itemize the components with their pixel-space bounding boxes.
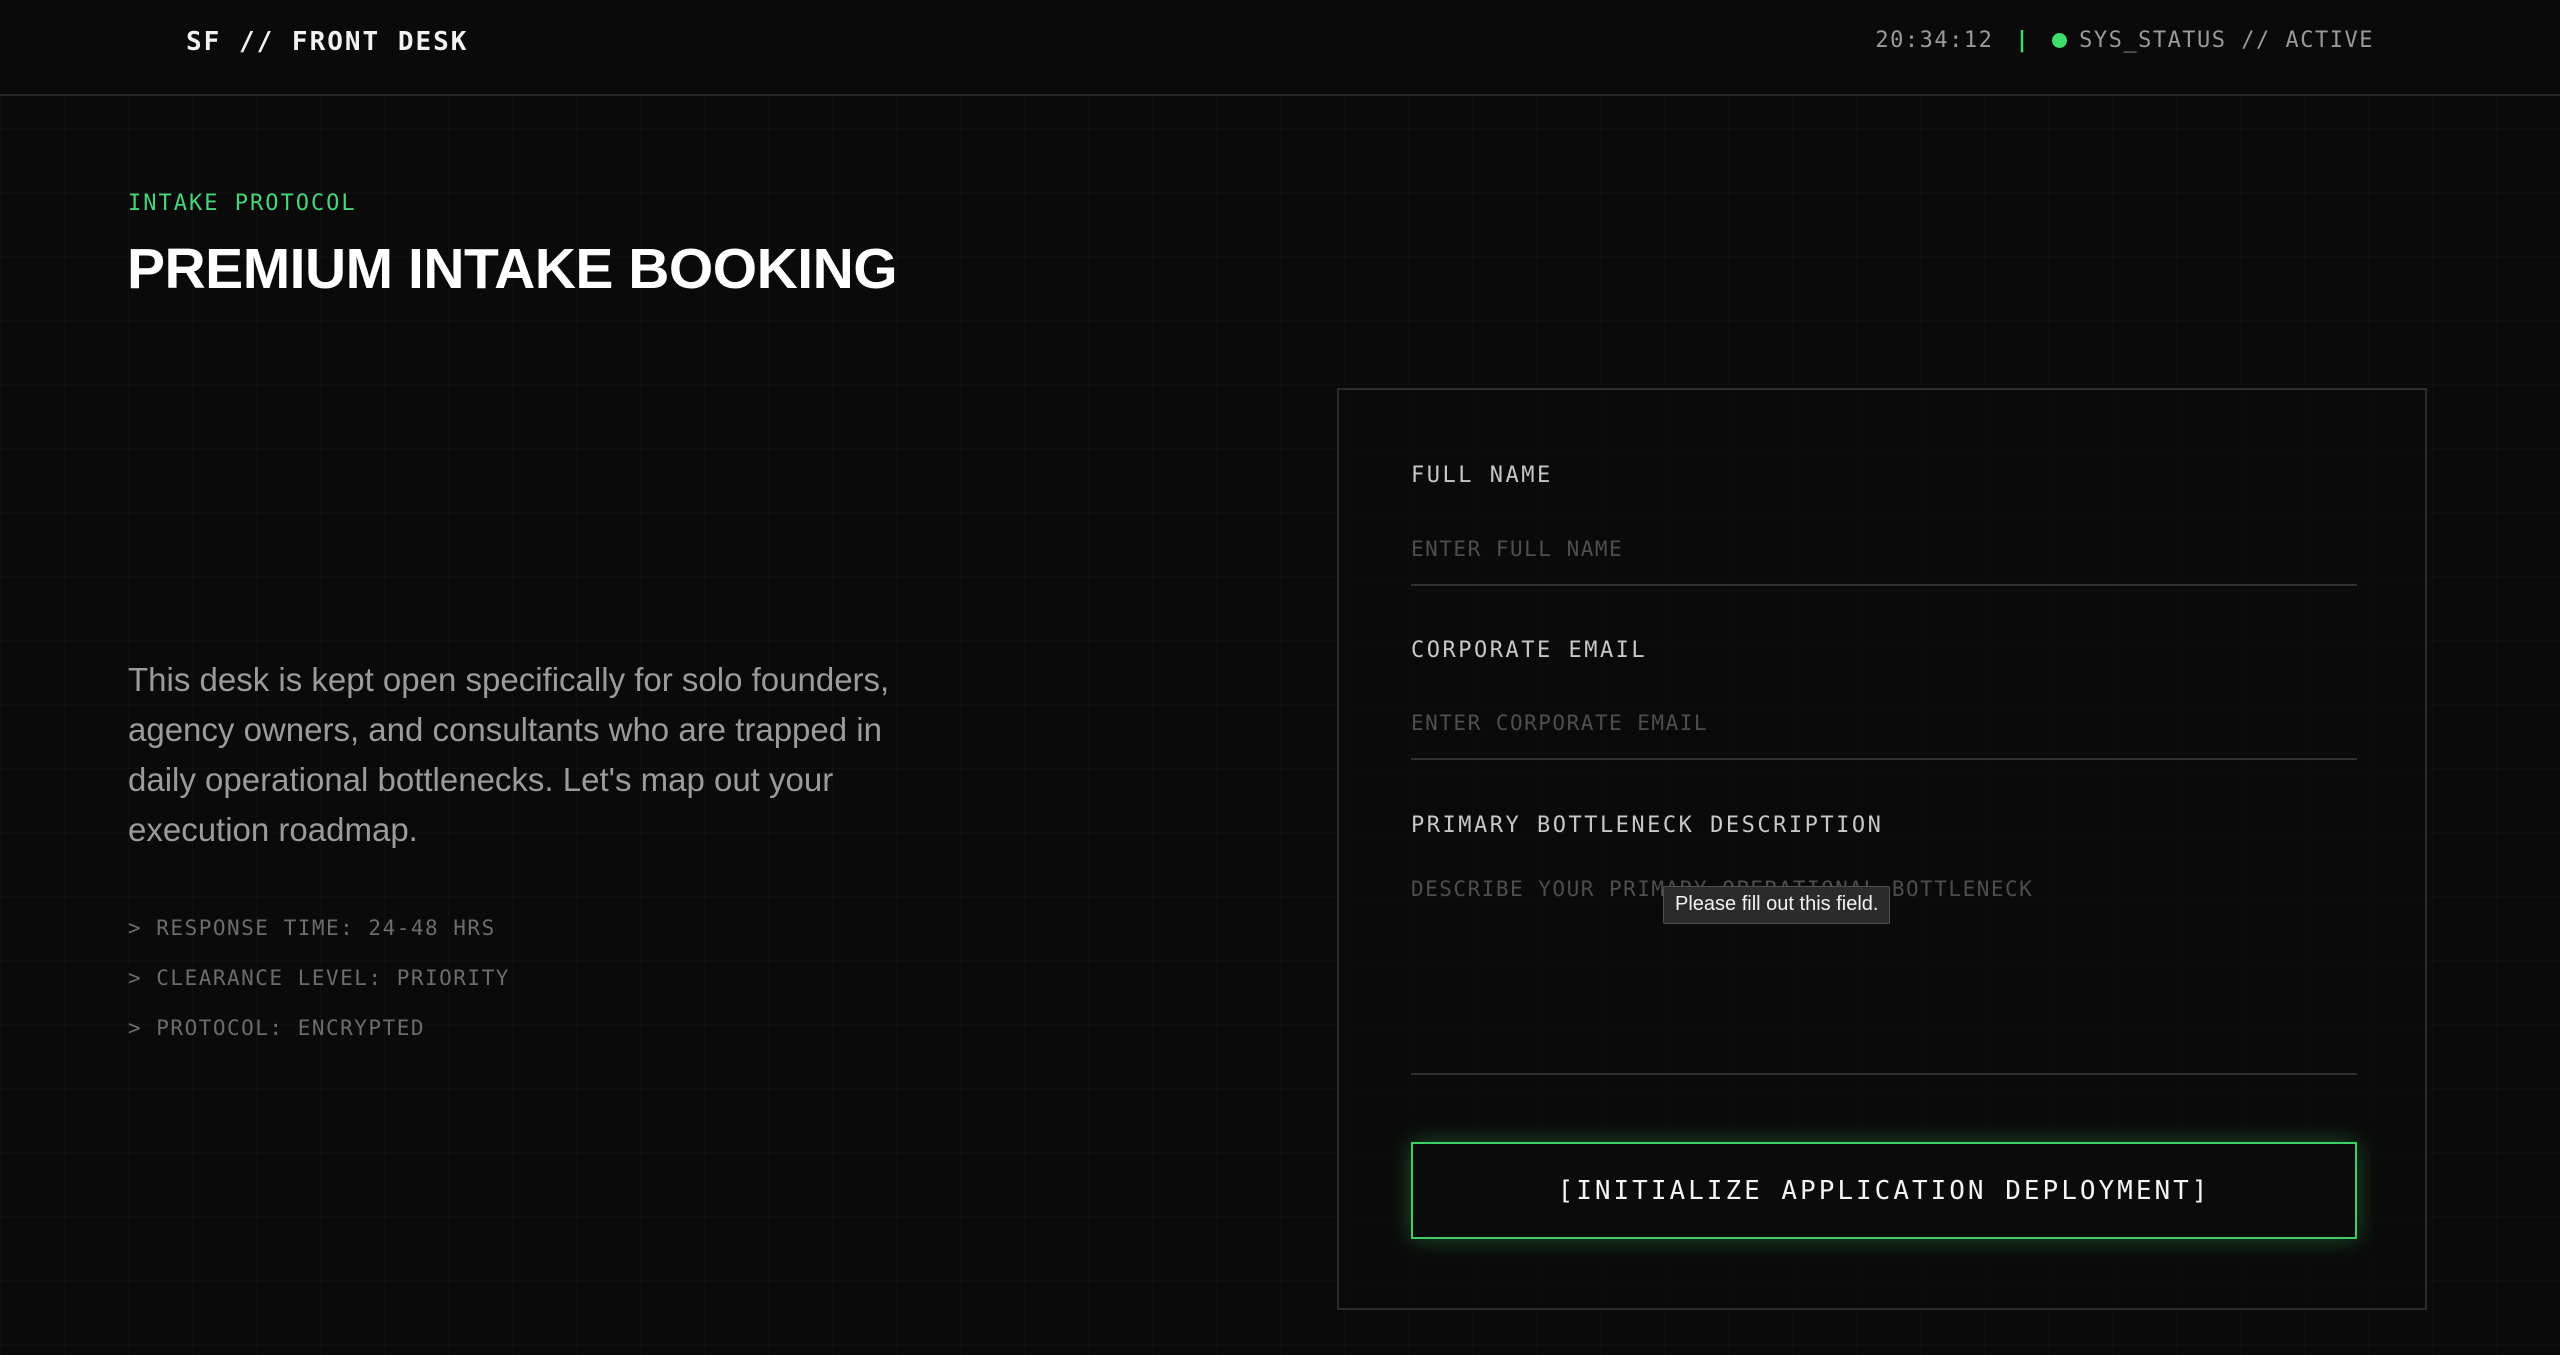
validation-tooltip: Please fill out this field. [1663,886,1891,924]
corporate-email-input[interactable] [1411,688,2357,760]
corporate-email-label: CORPORATE EMAIL [1411,638,1648,663]
status-dot-icon [2052,33,2068,48]
full-name-input[interactable] [1411,514,2357,586]
spec-item-protocol: > PROTOCOL: ENCRYPTED [128,1016,426,1040]
spec-item-response-time: > RESPONSE TIME: 24-48 HRS [128,916,496,940]
spec-list: > RESPONSE TIME: 24-48 HRS > CLEARANCE L… [128,913,510,1063]
intake-form: FULL NAME CORPORATE EMAIL PRIMARY BOTTLE… [1337,388,2427,1310]
bottleneck-description-label: PRIMARY BOTTLENECK DESCRIPTION [1411,813,1884,838]
system-status: 20:34:12 | SYS_STATUS // ACTIVE [1875,28,2374,53]
full-name-label: FULL NAME [1411,463,1553,488]
status-separator: | [2015,28,2031,53]
page-title: PREMIUM INTAKE BOOKING [127,237,898,301]
brand-logo-text[interactable]: SF // FRONT DESK [186,27,468,57]
spec-item-clearance-level: > CLEARANCE LEVEL: PRIORITY [128,966,510,990]
status-text: SYS_STATUS // ACTIVE [2079,28,2374,53]
top-bar: SF // FRONT DESK 20:34:12 | SYS_STATUS /… [0,0,2560,96]
intro-paragraph: This desk is kept open specifically for … [128,661,890,848]
initialize-deployment-button[interactable]: [INITIALIZE APPLICATION DEPLOYMENT] [1411,1142,2357,1239]
section-eyebrow: INTAKE PROTOCOL [128,191,357,216]
clock-readout: 20:34:12 [1875,28,1994,53]
